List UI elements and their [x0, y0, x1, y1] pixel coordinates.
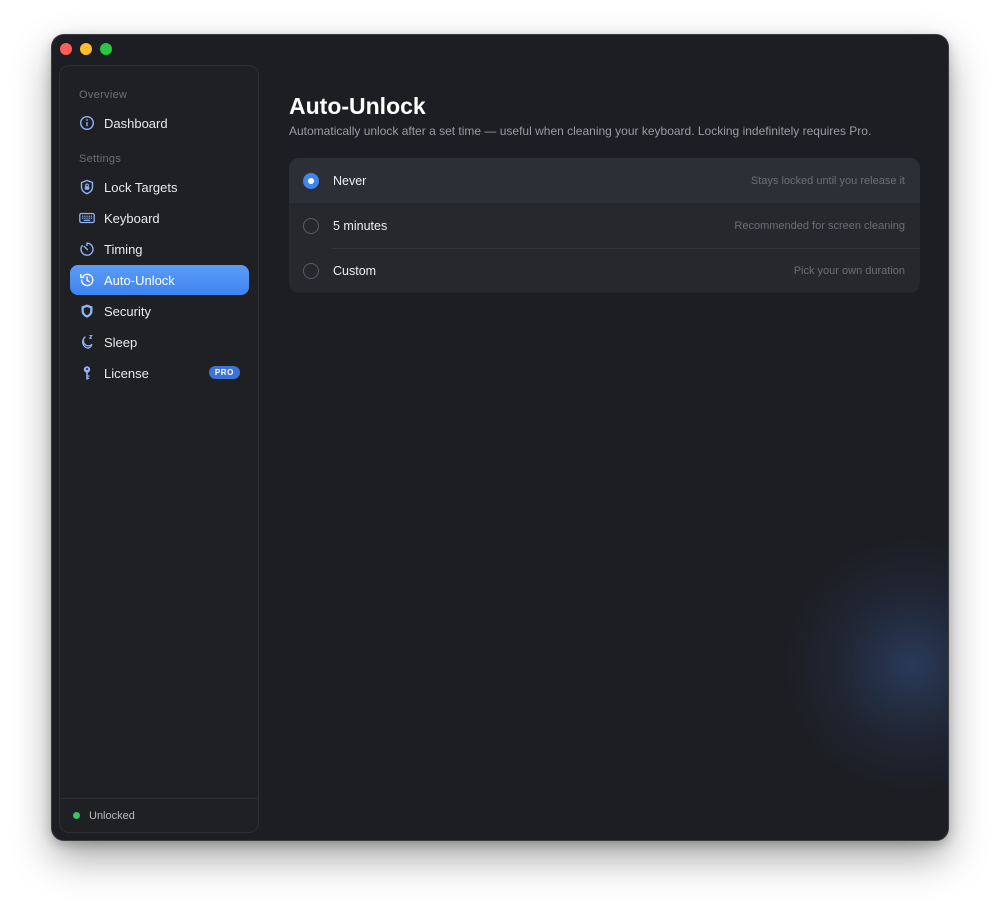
sidebar-item-lock-targets[interactable]: Lock Targets — [70, 172, 249, 202]
key-icon — [79, 365, 95, 381]
page-subtitle: Automatically unlock after a set time — … — [289, 124, 872, 138]
option-label: Custom — [333, 263, 377, 278]
sidebar-item-license[interactable]: License PRO — [70, 358, 249, 388]
sidebar-item-dashboard[interactable]: Dashboard — [70, 108, 249, 138]
info-icon — [79, 115, 95, 131]
row-divider — [332, 248, 920, 249]
option-label: 5 minutes — [333, 218, 388, 233]
sidebar-item-label: Security — [104, 303, 151, 319]
sidebar-item-label: Timing — [104, 241, 143, 257]
sidebar-item-label: Sleep — [104, 334, 138, 350]
sidebar-item-keyboard[interactable]: Keyboard — [70, 203, 249, 233]
sidebar-item-label: Lock Targets — [104, 179, 178, 195]
sidebar-item-security[interactable]: Security — [70, 296, 249, 326]
auto-unlock-options: Never Stays locked until you release it … — [289, 158, 920, 293]
pro-badge: PRO — [208, 366, 240, 379]
keyboard-icon — [79, 210, 95, 226]
sidebar-item-label: Dashboard — [104, 115, 168, 131]
option-description: Stays locked until you release it — [750, 174, 905, 187]
background-glow — [782, 535, 948, 795]
sidebar-item-timing[interactable]: Timing — [70, 234, 249, 264]
timer-icon — [79, 241, 95, 257]
sidebar-item-label: Auto-Unlock — [104, 272, 175, 288]
radio-5-minutes[interactable] — [303, 217, 319, 234]
sidebar-item-sleep[interactable]: Sleep — [70, 327, 249, 357]
section-label-settings: Settings — [79, 153, 122, 165]
sidebar-item-auto-unlock[interactable]: Auto-Unlock — [70, 265, 249, 295]
moon-zzz-icon — [79, 334, 95, 350]
sidebar-item-label: License — [104, 365, 149, 381]
maximize-window-button[interactable] — [100, 43, 112, 55]
option-description: Recommended for screen cleaning — [734, 219, 905, 232]
status-indicator-dot — [73, 812, 80, 819]
close-window-button[interactable] — [60, 43, 72, 55]
option-description: Pick your own duration — [793, 264, 905, 277]
sidebar-item-label: Keyboard — [104, 210, 160, 226]
option-row-never[interactable]: Never Stays locked until you release it — [289, 158, 920, 203]
page-title: Auto-Unlock — [289, 93, 426, 119]
section-label-overview: Overview — [79, 89, 128, 101]
sidebar: Overview Dashboard Settings Lock Targets… — [59, 65, 259, 833]
history-icon — [79, 272, 95, 288]
option-row-5-minutes[interactable]: 5 minutes Recommended for screen cleanin… — [289, 203, 920, 248]
radio-custom[interactable] — [303, 262, 319, 279]
shield-lock-icon — [79, 179, 95, 195]
option-row-custom[interactable]: Custom Pick your own duration — [289, 248, 920, 293]
window-controls — [60, 43, 112, 55]
sidebar-footer: Unlocked — [60, 798, 258, 832]
minimize-window-button[interactable] — [80, 43, 92, 55]
app-window: Overview Dashboard Settings Lock Targets… — [52, 35, 948, 840]
shield-icon — [79, 303, 95, 319]
lock-status-text: Unlocked — [89, 809, 135, 822]
radio-never[interactable] — [303, 172, 319, 189]
option-label: Never — [333, 173, 367, 188]
